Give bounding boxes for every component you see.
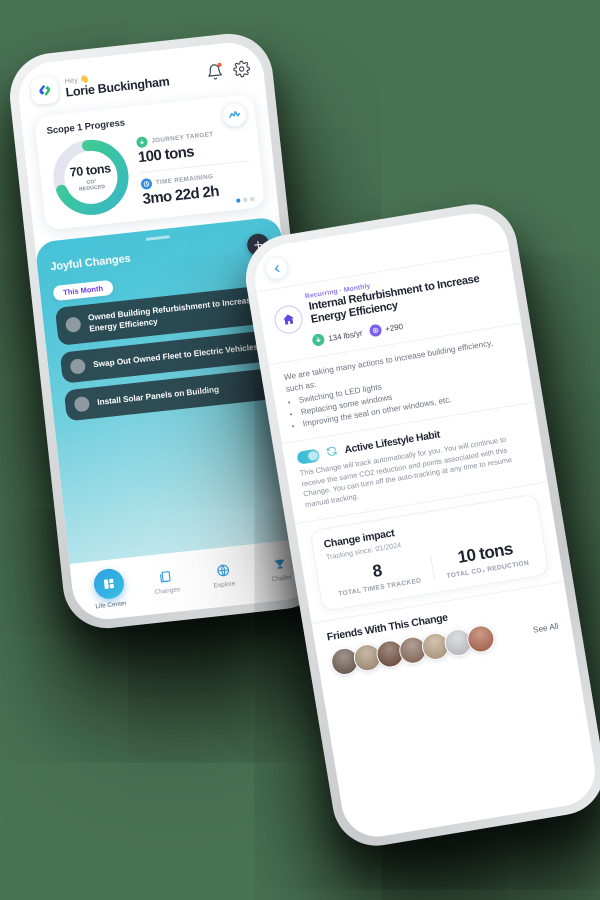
tab-label: Explore <box>213 580 236 590</box>
gear-icon[interactable] <box>232 60 251 79</box>
impact-caption: TOTAL TIMES TRACKED <box>337 576 422 598</box>
impact-metric: 8 TOTAL TIMES TRACKED <box>328 554 428 598</box>
change-title: Install Solar Panels on Building <box>96 383 220 407</box>
globe-icon[interactable] <box>214 561 233 580</box>
joyful-title: Joyful Changes <box>49 252 132 274</box>
home-icon <box>272 303 305 336</box>
greeting-block: Hey 👋 Lorie Buckingham <box>64 63 198 100</box>
impact-value: 10 tons <box>456 538 514 567</box>
phone-right: Recurring · Monthly Internal Refurbishme… <box>239 197 600 853</box>
tab-label: Life Center <box>95 600 127 611</box>
tab-life-center[interactable]: Life Center <box>79 567 140 612</box>
download-arrow-icon <box>135 135 148 148</box>
pager-dot-2[interactable] <box>243 198 248 203</box>
points-icon <box>368 323 383 338</box>
book-icon[interactable] <box>156 567 175 586</box>
card-body: 70 tons CO² REDUCED JOURNEY TARGET 100 t… <box>48 121 253 220</box>
impact-value: 8 <box>371 560 383 581</box>
drag-handle[interactable] <box>145 235 170 241</box>
toggle-knob <box>307 450 319 462</box>
change-thumb <box>73 395 91 413</box>
joyful-header: Joyful Changes + <box>49 232 271 279</box>
phone-right-screen: Recurring · Monthly Internal Refurbishme… <box>249 208 600 842</box>
impact-metric: 10 tons TOTAL CO₂ REDUCTION <box>436 536 536 580</box>
carousel-pager[interactable] <box>236 197 255 203</box>
dashboard-icon[interactable] <box>92 567 126 601</box>
pager-dot-1[interactable] <box>236 198 241 203</box>
progress-sublabel: REDUCED <box>78 183 106 193</box>
change-thumb <box>69 357 87 375</box>
tab-changes[interactable]: Changes <box>136 565 196 598</box>
impact-divider <box>429 555 435 580</box>
tab-explore[interactable]: Explore <box>193 558 253 591</box>
badge-co2: 134 lbs/yr <box>311 327 363 347</box>
tab-label: Changes <box>154 586 181 596</box>
home-top: Hey 👋 Lorie Buckingham Scope 1 Progress … <box>15 39 279 232</box>
badge-text: 134 lbs/yr <box>327 328 364 343</box>
badge-text: +290 <box>384 321 404 334</box>
progress-ring: 70 tons CO² REDUCED <box>48 134 134 220</box>
tab-label: Challer <box>271 574 293 584</box>
bell-icon[interactable] <box>205 62 224 82</box>
stat-journey-target: JOURNEY TARGET 100 tons <box>135 125 248 166</box>
trophy-icon[interactable] <box>271 554 290 573</box>
change-title: Owned Building Refurbishment to Increase… <box>87 294 256 334</box>
app-logo <box>29 75 60 106</box>
change-thumb <box>65 316 82 334</box>
progress-stats: JOURNEY TARGET 100 tons TIME REMAINING 3… <box>135 125 253 207</box>
detail-body: Recurring · Monthly Internal Refurbishme… <box>256 250 600 842</box>
auto-track-toggle[interactable] <box>296 448 321 465</box>
chevron-left-icon[interactable] <box>264 256 289 281</box>
clock-icon <box>140 177 153 190</box>
app-logo-glyph <box>39 84 51 96</box>
refresh-icon <box>325 445 339 461</box>
badge-points: +290 <box>368 320 404 338</box>
pager-dot-3[interactable] <box>250 197 255 202</box>
change-title: Swap Out Owned Fleet to Electric Vehicle… <box>92 341 259 369</box>
progress-value: 70 tons <box>69 161 112 180</box>
download-arrow-icon <box>311 333 326 347</box>
scope-progress-card[interactable]: Scope 1 Progress 70 tons CO² REDUCED JOU… <box>34 93 266 231</box>
scene: Hey 👋 Lorie Buckingham Scope 1 Progress … <box>0 0 600 900</box>
see-all-link[interactable]: See All <box>526 621 559 635</box>
filter-this-month[interactable]: This Month <box>52 279 114 302</box>
